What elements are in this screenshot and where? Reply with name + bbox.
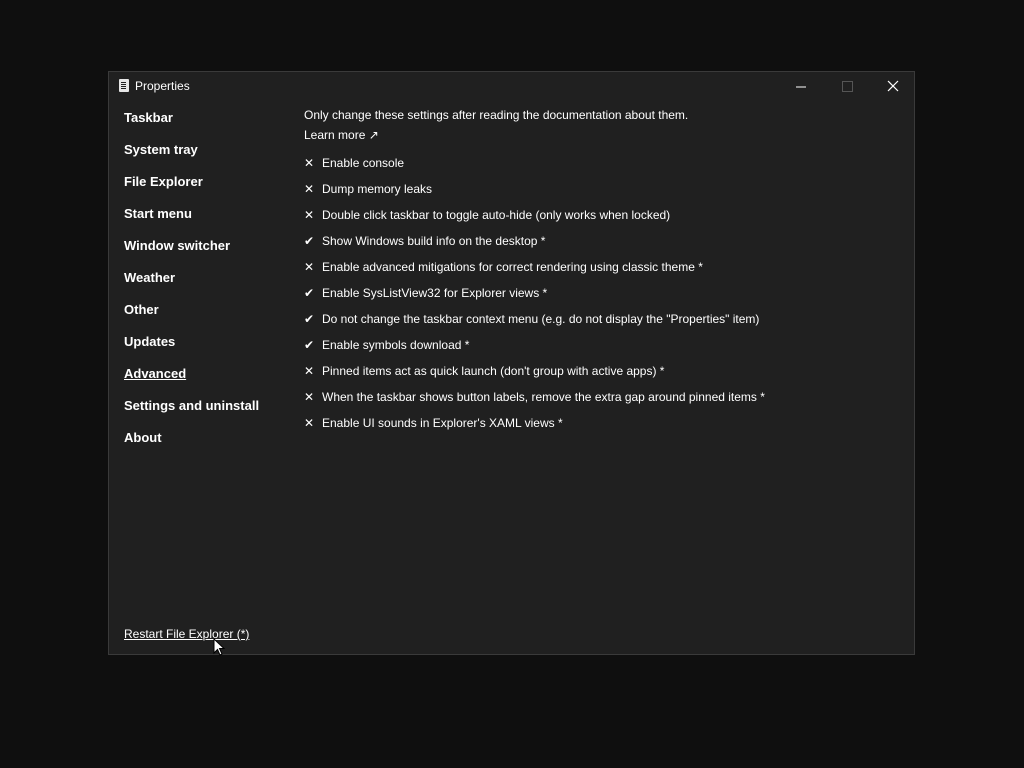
advanced-settings-panel: Only change these settings after reading… [304,107,904,436]
close-icon [887,80,899,92]
maximize-button[interactable] [824,72,870,102]
checkmark-icon: ✔ [304,234,315,248]
option-label: Enable console [322,156,405,170]
restart-file-explorer-link[interactable]: Restart File Explorer (*) [124,627,249,641]
properties-window: Properties Taskbar System tray File Expl… [108,71,915,655]
option-label: Do not change the taskbar context menu (… [322,312,760,326]
checkmark-icon: ✔ [304,312,315,326]
checkmark-icon: ✔ [304,286,315,300]
option-label: Enable symbols download * [322,338,470,352]
unchecked-x-icon: ✕ [304,260,315,274]
option-label: Enable SysListView32 for Explorer views … [322,286,548,300]
window-title: Properties [135,79,190,93]
sidebar-item-taskbar[interactable]: Taskbar [124,109,294,141]
unchecked-x-icon: ✕ [304,390,315,404]
minimize-button[interactable] [778,72,824,102]
unchecked-x-icon: ✕ [304,156,315,170]
sidebar-item-updates[interactable]: Updates [124,333,294,365]
option-quick-launch[interactable]: ✕ Pinned items act as quick launch (don'… [304,358,904,384]
sidebar-item-system-tray[interactable]: System tray [124,141,294,173]
documentation-note: Only change these settings after reading… [304,108,689,122]
option-symbols-download[interactable]: ✔ Enable symbols download * [304,332,904,358]
mouse-pointer-icon [213,638,226,656]
sidebar-item-advanced[interactable]: Advanced [124,365,294,397]
checkmark-icon: ✔ [304,338,315,352]
learn-more-link[interactable]: Learn more ↗ [304,127,379,144]
close-button[interactable] [870,72,916,102]
option-label: Double click taskbar to toggle auto-hide… [322,208,671,222]
unchecked-x-icon: ✕ [304,364,315,378]
option-advanced-mitigations[interactable]: ✕ Enable advanced mitigations for correc… [304,254,904,280]
option-taskbar-context-menu[interactable]: ✔ Do not change the taskbar context menu… [304,306,904,332]
option-show-build-info[interactable]: ✔ Show Windows build info on the desktop… [304,228,904,254]
maximize-icon [842,81,853,92]
minimize-icon [796,86,806,88]
title-bar[interactable]: Properties [109,72,914,102]
unchecked-x-icon: ✕ [304,182,315,196]
option-label: Pinned items act as quick launch (don't … [322,364,665,378]
option-label: Dump memory leaks [322,182,433,196]
unchecked-x-icon: ✕ [304,416,315,430]
options-list: ✕ Enable console ✕ Dump memory leaks ✕ D… [304,150,904,436]
option-dump-memory-leaks[interactable]: ✕ Dump memory leaks [304,176,904,202]
option-double-click-auto-hide[interactable]: ✕ Double click taskbar to toggle auto-hi… [304,202,904,228]
option-enable-console[interactable]: ✕ Enable console [304,150,904,176]
sidebar-item-file-explorer[interactable]: File Explorer [124,173,294,205]
sidebar-item-window-switcher[interactable]: Window switcher [124,237,294,269]
option-label: Enable UI sounds in Explorer's XAML view… [322,416,563,430]
sidebar-item-settings-and-uninstall[interactable]: Settings and uninstall [124,397,294,429]
option-label: When the taskbar shows button labels, re… [322,390,765,404]
option-ui-sounds[interactable]: ✕ Enable UI sounds in Explorer's XAML vi… [304,410,904,436]
option-syslistview32[interactable]: ✔ Enable SysListView32 for Explorer view… [304,280,904,306]
app-document-icon [119,79,129,92]
sidebar-item-weather[interactable]: Weather [124,269,294,301]
option-label: Enable advanced mitigations for correct … [322,260,703,274]
sidebar-item-about[interactable]: About [124,429,294,461]
sidebar-item-other[interactable]: Other [124,301,294,333]
sidebar-item-start-menu[interactable]: Start menu [124,205,294,237]
sidebar-nav: Taskbar System tray File Explorer Start … [124,109,294,461]
option-remove-pinned-gap[interactable]: ✕ When the taskbar shows button labels, … [304,384,904,410]
option-label: Show Windows build info on the desktop * [322,234,546,248]
unchecked-x-icon: ✕ [304,208,315,222]
